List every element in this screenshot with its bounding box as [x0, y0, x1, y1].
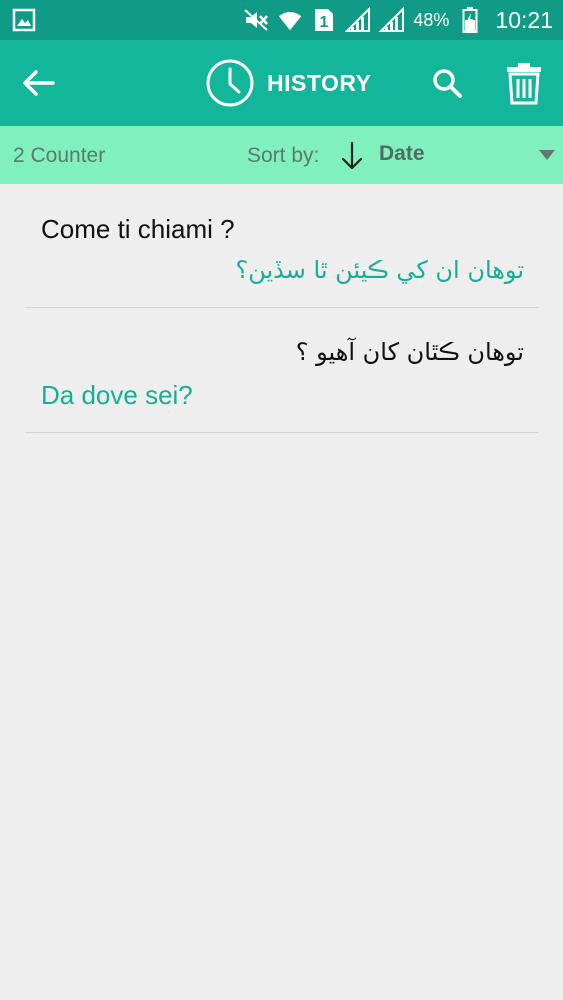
history-item-translation: Da dove sei? [41, 380, 193, 410]
clock-time: 10:21 [495, 6, 553, 33]
trash-icon[interactable] [505, 61, 543, 105]
search-button[interactable] [428, 64, 466, 102]
history-item-translation: توهان ان کي ڪيئن ٿا سڏين؟ [235, 256, 524, 284]
back-arrow-icon[interactable] [21, 68, 57, 98]
history-item-source: Come ti chiami ? [41, 214, 235, 244]
search-icon[interactable] [431, 67, 463, 99]
history-list: Come ti chiami ? توهان ان کي ڪيئن ٿا سڏي… [0, 184, 563, 433]
dropdown-triangle-icon[interactable] [538, 149, 556, 161]
back-button[interactable] [18, 62, 60, 104]
battery-percent: 48% [413, 9, 450, 30]
wifi-icon [277, 7, 303, 33]
signal-icon [379, 7, 405, 33]
history-item-source: توهان ڪٿان کان آهيو ؟ [295, 338, 524, 366]
delete-all-button[interactable] [503, 60, 545, 106]
status-bar: 1 48% 10:21 [0, 0, 563, 40]
battery-charging-icon [457, 7, 483, 33]
history-item[interactable]: Come ti chiami ? توهان ان کي ڪيئن ٿا سڏي… [25, 184, 538, 308]
clock-icon [206, 59, 254, 107]
svg-text:1: 1 [320, 14, 329, 31]
mute-icon [243, 7, 269, 33]
sort-select[interactable]: Date [379, 126, 425, 182]
app-bar: HISTORY [0, 40, 563, 126]
signal-icon [345, 7, 371, 33]
arrow-down-icon[interactable] [340, 140, 364, 172]
sort-label: Sort by: [247, 144, 320, 167]
sim-icon: 1 [311, 7, 337, 33]
title-group: HISTORY [205, 56, 371, 110]
history-item[interactable]: توهان ڪٿان کان آهيو ؟ Da dove sei? [25, 308, 538, 433]
page-title: HISTORY [267, 69, 372, 96]
sort-bar: 2 Counter Sort by: Date [0, 126, 563, 184]
history-counter: 2 Counter [13, 144, 106, 167]
gallery-notification-icon [12, 8, 36, 32]
